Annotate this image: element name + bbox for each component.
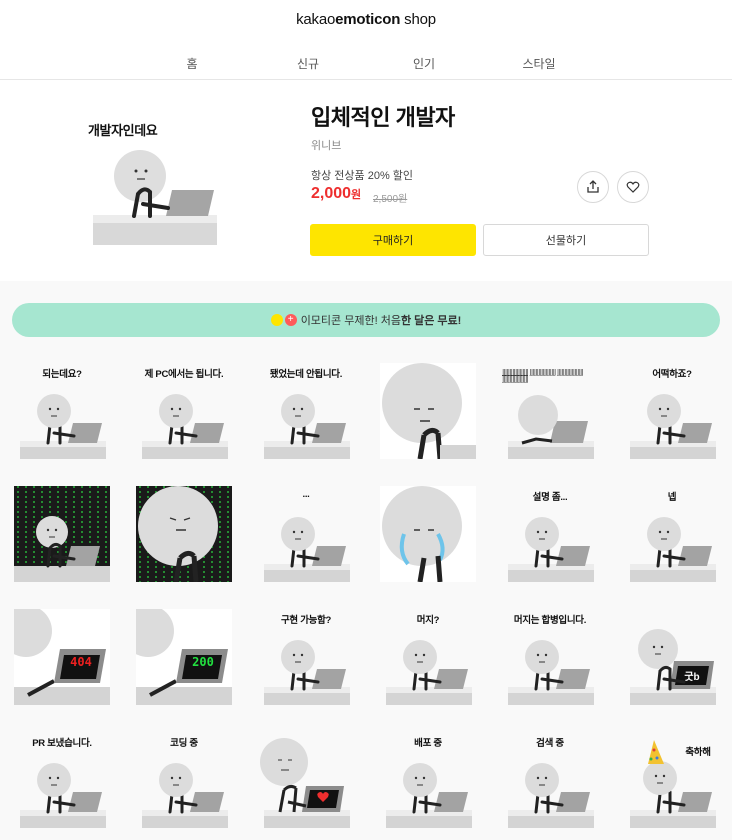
emoticon-image (380, 486, 476, 582)
banner-highlight: 한 달은 무료! (400, 315, 462, 327)
product-thumbnail: 개발자인데요 (88, 112, 228, 252)
emoticon-item[interactable]: 머지? (380, 609, 476, 705)
emoticon-item[interactable]: 되는데요? (14, 363, 110, 459)
emoticon-caption: 구현 가능함? (280, 615, 332, 626)
emoticon-caption: 코딩 중 (170, 738, 198, 749)
emoticon-item[interactable] (380, 363, 476, 459)
emoticon-item[interactable]: 검색 중 (502, 732, 598, 828)
nav-item-home[interactable]: 홈 (186, 55, 197, 72)
emoticon-caption: 머지는 합병입니다. (513, 615, 587, 626)
main-nav: 홈 신규 인기 스타일 (0, 53, 732, 80)
promo-text: 항상 전상품 20% 할인 (311, 170, 414, 182)
subscription-banner[interactable]: + 이모티콘 무제한! 처음 한 달은 무료! (12, 303, 720, 337)
emoticon-item[interactable] (380, 486, 476, 582)
emoticon-caption: 설명 좀... (532, 492, 568, 503)
emoticon-image (264, 517, 350, 582)
emoticon-item[interactable]: PR 보냈습니다. (14, 732, 110, 828)
share-button[interactable] (577, 171, 609, 203)
emoticon-image (136, 486, 232, 582)
hero-illustration (93, 150, 217, 245)
emoticon-caption: 검색 중 (536, 738, 564, 749)
emoticon-item[interactable]: 200 (136, 609, 232, 705)
nav-item-style[interactable]: 스타일 (522, 55, 555, 72)
emoticon-item[interactable]: 됐었는데 안됩니다. (258, 363, 354, 459)
banner-text: 이모티콘 무제한! 처음 (300, 315, 401, 327)
emoticon-item[interactable]: 코딩 중 (136, 732, 232, 828)
emoticon-gallery: + 이모티콘 무제한! 처음 한 달은 무료! 되는데요? 제 PC에서는 됩니다… (0, 281, 732, 840)
emoticon-caption: 머지? (416, 615, 440, 626)
emoticon-item[interactable]: 배포 중 (380, 732, 476, 828)
emoticon-item[interactable] (258, 732, 354, 828)
original-price: 2,500원 (373, 194, 408, 205)
share-icon (587, 180, 599, 193)
emoticon-item[interactable]: 축하해 (624, 732, 720, 828)
monitor-code: 200 (192, 655, 214, 669)
product-title: 입체적인 개발자 (311, 105, 455, 130)
emoticon-item[interactable]: 머지는 합병입니다. (502, 609, 598, 705)
monitor-code: 404 (70, 655, 92, 669)
emoticon-item[interactable]: ]]]]]]]]]]]]]]]]]] ]]]]]]]]]]]]]]]]]] ]]… (502, 363, 598, 459)
emoticon-caption: 축하해 (685, 747, 711, 758)
emoticon-item[interactable]: 어떡하죠? (624, 363, 720, 459)
emoticon-caption: ]]]]]]]]]]]]]]]]]] ]]]]]]]]]]]]]]]]]] ]]… (502, 369, 583, 383)
nav-item-new[interactable]: 신규 (297, 55, 319, 72)
emoticon-caption: 됐었는데 안됩니다. (269, 369, 343, 380)
emoticon-item[interactable]: 넵 (624, 486, 720, 582)
emoticon-item[interactable]: 굿b (624, 609, 720, 705)
emoticon-item[interactable]: 제 PC에서는 됩니다. (136, 363, 232, 459)
emoticon-image (14, 486, 110, 582)
emoticon-caption: ... (302, 489, 310, 500)
emoticon-caption: 제 PC에서는 됩니다. (144, 369, 224, 380)
emoticon-caption: 되는데요? (42, 369, 82, 380)
artist-name[interactable]: 위니브 (311, 137, 341, 153)
nav-item-popular[interactable]: 인기 (413, 55, 435, 72)
emoticon-image (380, 363, 476, 459)
emoticon-item[interactable]: ... (258, 486, 354, 582)
emoticon-image (630, 629, 716, 705)
emoticon-item[interactable]: 설명 좀... (502, 486, 598, 582)
gift-button[interactable]: 선물하기 (483, 224, 649, 256)
monitor-text: 굿b (684, 672, 700, 683)
emoticon-item[interactable]: 404 (14, 609, 110, 705)
emoticon-caption: PR 보냈습니다. (32, 738, 92, 749)
plus-icon: + (284, 314, 297, 326)
like-button[interactable] (617, 171, 649, 203)
emoticon-image (260, 738, 350, 828)
emoticon-caption: 배포 중 (414, 738, 442, 749)
buy-button[interactable]: 구매하기 (310, 224, 476, 256)
shop-logo[interactable]: kakaoemoticon shop (0, 11, 732, 28)
emoticon-item[interactable] (136, 486, 232, 582)
emoticon-item[interactable] (14, 486, 110, 582)
sale-price: 2,000원 (311, 185, 362, 202)
emoticon-item[interactable]: 구현 가능함? (258, 609, 354, 705)
emoticon-caption: 넵 (667, 492, 677, 503)
smile-icon (270, 314, 283, 326)
emoticon-caption: 어떡하죠? (652, 369, 692, 380)
heart-icon (626, 181, 640, 193)
